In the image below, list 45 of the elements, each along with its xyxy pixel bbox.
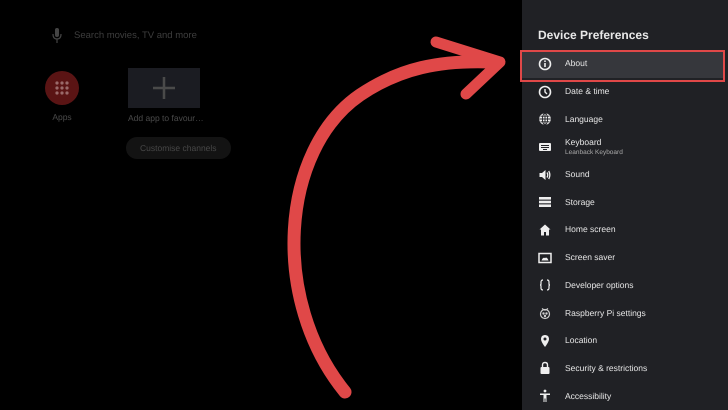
menu-item[interactable]: Home screen [522,216,724,244]
screen-icon [538,250,552,265]
menu-item[interactable]: Date & time [522,78,724,106]
item-label: Developer options [565,280,634,291]
info-icon [538,56,552,71]
item-label: Security & restrictions [565,362,648,374]
house-icon [538,222,552,237]
menu-item[interactable]: Location [522,326,724,355]
item-label: Sound [565,169,590,180]
speaker-icon [538,168,552,182]
microphone-icon [52,28,62,44]
panel-title: Device Preferences [537,27,650,44]
item-label: Raspberry Pi settings [565,308,646,319]
menu-item[interactable]: Accessibility [522,382,724,410]
menu-item[interactable]: Developer options [522,272,724,300]
menu-item[interactable]: Security & restrictions [522,354,724,382]
grid-icon [55,81,69,95]
location-pin-icon [538,334,552,348]
braces-icon [538,278,552,292]
person-icon [538,389,552,404]
item-label: Date & time [565,86,610,98]
item-label: Location [565,335,598,346]
app-label: Apps [52,111,72,124]
item-label: About [565,58,588,70]
item-label: Language [565,114,603,125]
item-label: Home screen [565,224,616,236]
apps-tile[interactable] [45,71,79,105]
item-label: Accessibility [565,390,612,402]
raspberry-icon [538,306,552,320]
plus-icon [152,76,176,100]
menu-item[interactable]: Sound [522,160,724,188]
clock-icon [538,84,552,99]
menu-item[interactable]: Raspberry Pi settings [522,299,724,327]
menu-item[interactable]: About [522,50,724,78]
item-label: Screen saver [565,252,616,264]
item-label: Keyboard [565,136,602,148]
item-label: Storage [565,196,595,208]
globe-icon [538,112,552,126]
menu-item[interactable]: Screen saver [522,244,724,272]
menu-item[interactable]: Storage [522,188,724,216]
storage-icon [538,195,552,210]
add-app-tile[interactable] [128,68,200,108]
padlock-icon [538,361,552,376]
app-label: Add app to favour… [128,112,204,125]
menu-item[interactable]: Language [522,105,724,134]
